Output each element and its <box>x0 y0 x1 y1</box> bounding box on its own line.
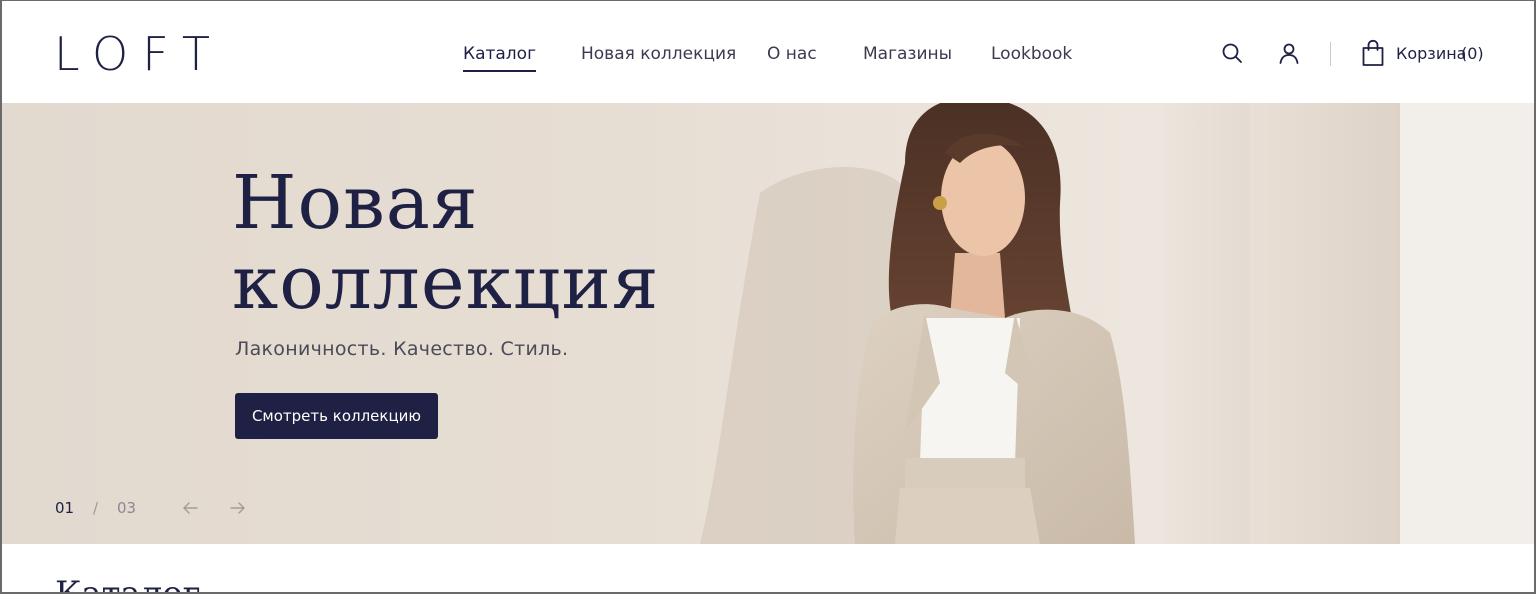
next-slide-arrow-icon[interactable] <box>230 501 246 515</box>
nav-item-catalog[interactable]: Каталог <box>463 42 537 72</box>
logo[interactable]: LOFT <box>54 26 224 82</box>
hero-subtitle: Лаконичность. Качество. Стиль. <box>235 338 569 360</box>
search-icon[interactable] <box>1220 41 1244 65</box>
nav-item-about[interactable]: О нас <box>767 42 817 66</box>
slide-total: 03 <box>117 499 137 517</box>
cart-label[interactable]: Корзина <box>1396 43 1466 65</box>
nav-item-stores[interactable]: Магазины <box>863 42 952 66</box>
prev-slide-arrow-icon[interactable] <box>182 501 198 515</box>
slide-current: 01 <box>55 499 75 517</box>
hero-title-line-1: Новая <box>232 160 479 246</box>
catalog-section-title: Каталог <box>55 574 201 594</box>
user-icon[interactable] <box>1277 41 1301 65</box>
view-collection-button[interactable]: Смотреть коллекцию <box>235 393 438 439</box>
hero-title-line-2: коллекция <box>232 240 660 326</box>
hero-model-image <box>700 103 1536 544</box>
cart-count[interactable]: (0) <box>1461 43 1484 65</box>
hero-banner: Новая коллекция Лаконичность. Качество. … <box>0 103 1536 544</box>
nav-item-new-collection[interactable]: Новая коллекция <box>581 42 736 66</box>
header-divider <box>1330 42 1331 66</box>
shopping-bag-icon[interactable] <box>1361 39 1385 67</box>
slide-separator: / <box>93 499 99 517</box>
nav-item-lookbook[interactable]: Lookbook <box>991 42 1072 66</box>
site-header: LOFT Каталог Новая коллекция О нас Магаз… <box>0 0 1536 103</box>
hero-title: Новая коллекция <box>232 163 659 323</box>
